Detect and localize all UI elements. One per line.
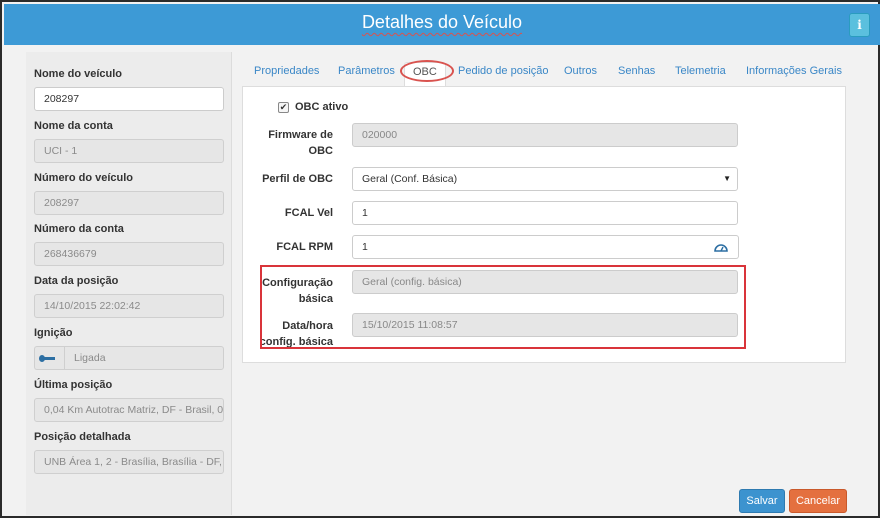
position-date-label: Data da posição bbox=[34, 275, 119, 287]
firmware-label: Firmware de OBC bbox=[243, 127, 333, 159]
tab-highlight-circle bbox=[400, 60, 454, 82]
last-position-value: 0,04 Km Autotrac Matriz, DF - Brasil, 0. bbox=[34, 398, 224, 422]
vehicle-name-label: Nome do veículo bbox=[34, 68, 123, 80]
gauge-icon bbox=[714, 244, 728, 252]
info-button[interactable]: i bbox=[849, 13, 870, 37]
tab-obc[interactable]: OBC bbox=[400, 60, 454, 86]
obc-active-label: OBC ativo bbox=[295, 101, 349, 113]
detailed-position-label: Posição detalhada bbox=[34, 431, 131, 443]
vehicle-summary-panel: Nome do veículo 208297 Nome da conta UCI… bbox=[26, 52, 232, 515]
key-icon bbox=[34, 346, 64, 370]
fcal-rpm-label: FCAL RPM bbox=[276, 241, 333, 253]
firmware-label-line1: Firmware de bbox=[268, 129, 333, 141]
gauge-button[interactable] bbox=[704, 235, 739, 259]
tab-parametros[interactable]: Parâmetros bbox=[338, 62, 395, 86]
profile-selected-value: Geral (Conf. Básica) bbox=[362, 173, 458, 185]
details-panel: Propriedades Parâmetros OBC Pedido de po… bbox=[234, 52, 853, 515]
save-button[interactable]: Salvar bbox=[739, 489, 785, 513]
account-number-value: 268436679 bbox=[34, 242, 224, 266]
profile-label: Perfil de OBC bbox=[262, 173, 333, 185]
info-icon: i bbox=[857, 18, 862, 32]
ignition-value: Ligada bbox=[64, 346, 224, 370]
chevron-down-icon: ▼ bbox=[723, 174, 731, 183]
ignition-label: Ignição bbox=[34, 327, 73, 339]
vehicle-number-value: 208297 bbox=[34, 191, 224, 215]
obc-tab-content: ✔ OBC ativo Firmware de OBC 020000 Perfi… bbox=[242, 86, 846, 363]
firmware-value: 020000 bbox=[352, 123, 738, 147]
account-name-label: Nome da conta bbox=[34, 120, 113, 132]
tab-senhas[interactable]: Senhas bbox=[618, 62, 655, 86]
tab-informacoes-gerais[interactable]: Informações Gerais bbox=[746, 62, 842, 86]
tab-pedido-posicao[interactable]: Pedido de posição bbox=[458, 62, 549, 86]
account-number-label: Número da conta bbox=[34, 223, 124, 235]
account-name-value: UCI - 1 bbox=[34, 139, 224, 163]
detailed-position-value: UNB Área 1, 2 - Brasília, Brasília - DF, bbox=[34, 450, 224, 474]
profile-select[interactable]: Geral (Conf. Básica) ▼ bbox=[352, 167, 738, 191]
tab-propriedades[interactable]: Propriedades bbox=[254, 62, 319, 86]
obc-active-checkbox[interactable]: ✔ OBC ativo bbox=[278, 101, 348, 113]
account-number-field: Número da conta 268436679 bbox=[34, 223, 224, 266]
position-date-field: Data da posição 14/10/2015 22:02:42 bbox=[34, 275, 224, 318]
modal-header: Detalhes do Veículo i bbox=[4, 4, 880, 45]
highlight-box bbox=[260, 265, 746, 349]
detailed-position-field: Posição detalhada UNB Área 1, 2 - Brasíl… bbox=[34, 431, 224, 474]
cancel-button[interactable]: Cancelar bbox=[789, 489, 847, 513]
last-position-field: Última posição 0,04 Km Autotrac Matriz, … bbox=[34, 379, 224, 422]
firmware-label-line2: OBC bbox=[308, 145, 333, 157]
fcal-rpm-input[interactable]: 1 bbox=[352, 235, 705, 259]
modal-title: Detalhes do Veículo bbox=[361, 12, 523, 32]
vehicle-name-input[interactable]: 208297 bbox=[34, 87, 224, 111]
vehicle-number-label: Número do veículo bbox=[34, 172, 134, 184]
vehicle-name-field: Nome do veículo 208297 bbox=[34, 68, 224, 111]
vehicle-number-field: Número do veículo 208297 bbox=[34, 172, 224, 215]
tab-outros[interactable]: Outros bbox=[564, 62, 597, 86]
fcal-vel-input[interactable]: 1 bbox=[352, 201, 738, 225]
account-name-field: Nome da conta UCI - 1 bbox=[34, 120, 224, 163]
checkbox-icon[interactable]: ✔ bbox=[278, 101, 289, 113]
last-position-label: Última posição bbox=[34, 379, 113, 391]
fcal-vel-label: FCAL Vel bbox=[284, 207, 333, 219]
position-date-value: 14/10/2015 22:02:42 bbox=[34, 294, 224, 318]
ignition-field: Ignição Ligada bbox=[34, 327, 224, 370]
tab-telemetria[interactable]: Telemetria bbox=[675, 62, 726, 86]
